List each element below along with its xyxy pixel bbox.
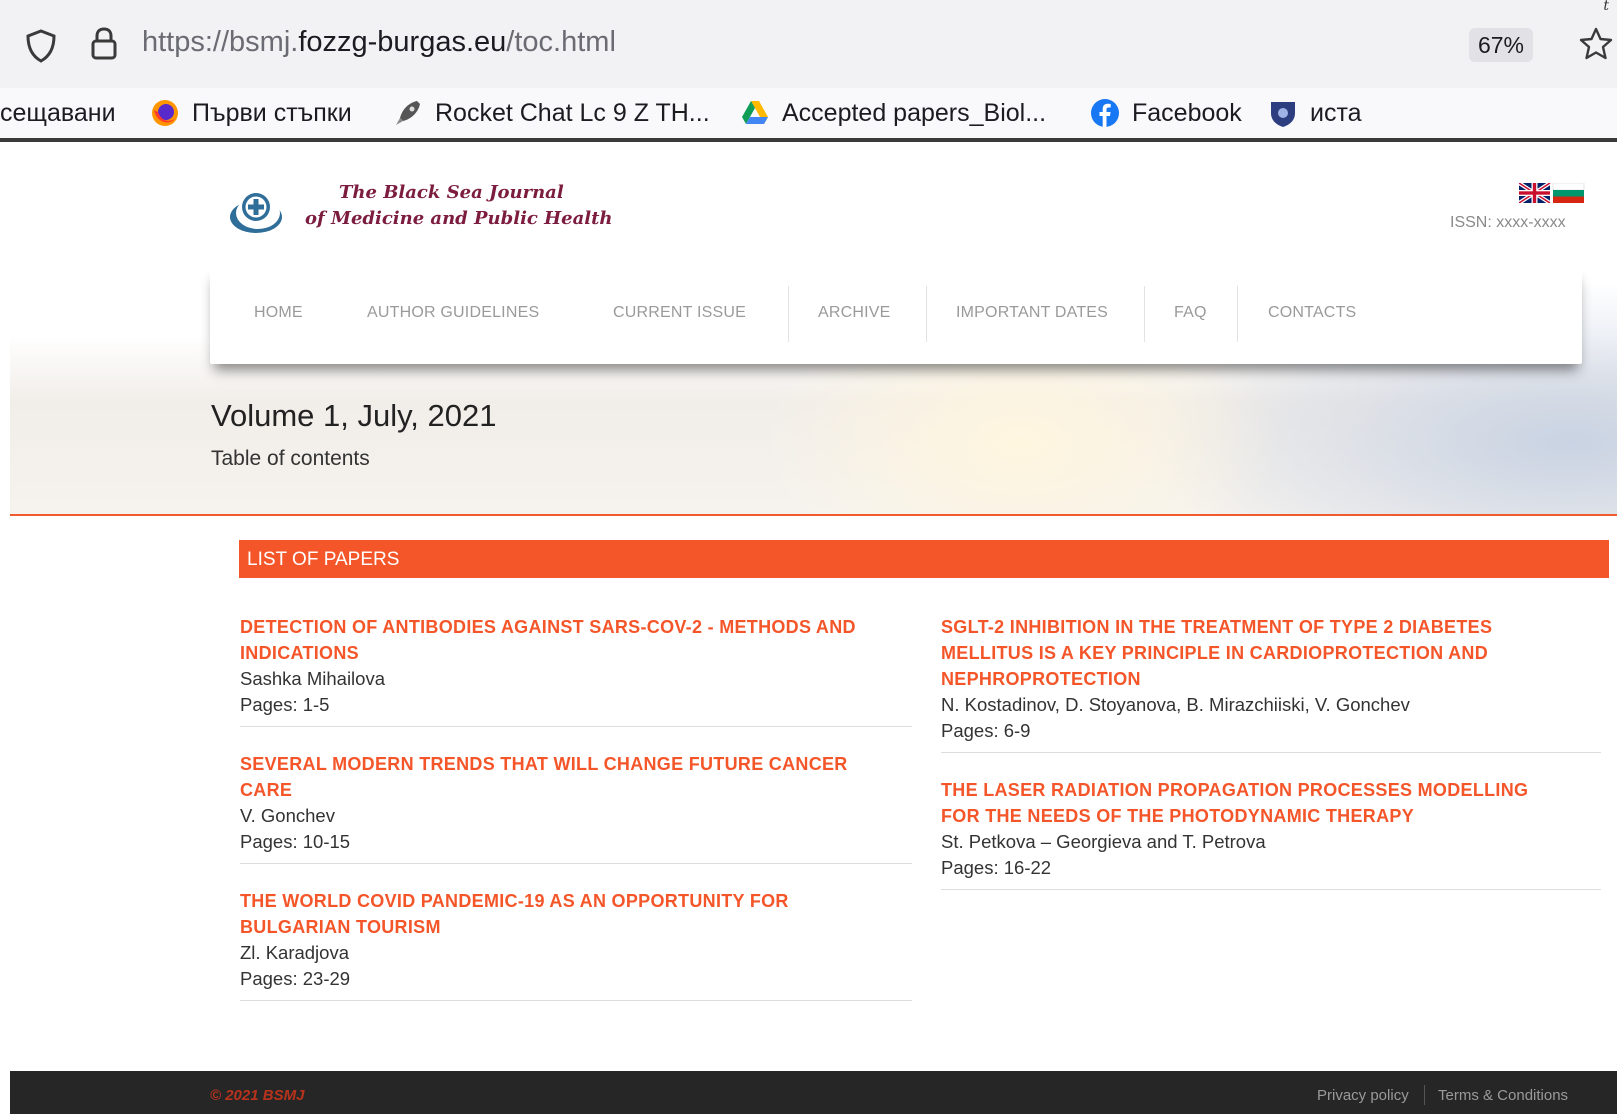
paper-title-line: NEPHROPROTECTION (941, 669, 1141, 689)
paper-pages: Pages: 10-15 (240, 831, 351, 852)
page-subtitle: Table of contents (211, 447, 370, 470)
google-drive-icon (742, 101, 768, 124)
zoom-level-button[interactable]: 67% (1469, 28, 1533, 62)
paper-title-line: THE LASER RADIATION PROPAGATION PROCESSE… (941, 780, 1529, 800)
paper-title-link[interactable]: SGLT-2 INHIBITION IN THE TREATMENT OF TY… (941, 614, 1601, 692)
paper-title-link[interactable]: DETECTION OF ANTIBODIES AGAINST SARS-COV… (240, 614, 912, 666)
paper-pages: Pages: 1-5 (240, 694, 330, 715)
page-title: Volume 1, July, 2021 (211, 398, 497, 433)
url-prefix: https://bsmj. (142, 26, 299, 58)
footer-copyright: © 2021 BSMJ (210, 1087, 305, 1104)
paper-title-link[interactable]: THE LASER RADIATION PROPAGATION PROCESSE… (941, 777, 1601, 829)
terms-conditions-link[interactable]: Terms & Conditions (1438, 1087, 1568, 1104)
logo-line-2: of Medicine and Public Health (305, 208, 613, 229)
facebook-icon (1091, 99, 1119, 127)
journal-logo-icon[interactable] (228, 183, 288, 235)
bookmark-label: Accepted papers_Biol... (782, 98, 1047, 127)
list-of-papers-header: LIST OF PAPERS (239, 540, 1609, 578)
bookmark-item[interactable]: иста (1268, 96, 1362, 130)
bookmark-label: иста (1310, 98, 1362, 127)
footer-divider (1424, 1085, 1425, 1105)
nav-divider (1144, 286, 1145, 342)
paper-divider (941, 889, 1601, 890)
bookmark-label: Първи стъпки (192, 98, 352, 127)
paper-pages: Pages: 23-29 (240, 968, 351, 989)
paper-authors: N. Kostadinov, D. Stoyanova, B. Mirazchi… (941, 694, 1410, 715)
url-host: fozzg-burgas.eu (298, 26, 507, 58)
paper-item: SEVERAL MODERN TRENDS THAT WILL CHANGE F… (240, 751, 912, 864)
bookmark-item[interactable]: Първи стъпки (150, 96, 352, 130)
paper-item: DETECTION OF ANTIBODIES AGAINST SARS-COV… (240, 614, 912, 727)
uk-flag-icon[interactable] (1519, 183, 1552, 203)
site-footer: © 2021 BSMJ Privacy policy Terms & Condi… (10, 1071, 1617, 1114)
bookmark-label: сещавани (0, 98, 116, 127)
list-header-label: LIST OF PAPERS (247, 549, 400, 570)
paper-authors: Zl. Karadjova (240, 942, 349, 963)
paper-title-link[interactable]: SEVERAL MODERN TRENDS THAT WILL CHANGE F… (240, 751, 912, 803)
paper-title-line: CARE (240, 780, 293, 800)
issn-label: ISSN: xxxx-xxxx (1450, 214, 1566, 231)
bookmark-item[interactable]: Accepted papers_Biol... (740, 96, 1046, 130)
nav-divider (926, 286, 927, 342)
privacy-policy-link[interactable]: Privacy policy (1317, 1087, 1409, 1104)
url-path: /toc.html (506, 26, 616, 58)
bookmark-label: Rocket Chat Lc 9 Z TH... (435, 98, 710, 127)
paper-title-link[interactable]: THE WORLD COVID PANDEMIC-19 AS AN OPPORT… (240, 888, 912, 940)
journal-logo-title[interactable]: The Black Sea Journal of Medicine and Pu… (305, 180, 613, 232)
bookmark-item[interactable]: Facebook (1090, 96, 1242, 130)
paper-title-line: INDICATIONS (240, 643, 359, 663)
nav-divider (788, 286, 789, 342)
nav-home[interactable]: HOME (254, 304, 303, 322)
paper-title-line: DETECTION OF ANTIBODIES AGAINST SARS-COV… (240, 617, 856, 637)
bookmark-item[interactable]: сещавани (0, 96, 116, 130)
paper-divider (240, 726, 912, 727)
paper-title-line: THE WORLD COVID PANDEMIC-19 AS AN OPPORT… (240, 891, 789, 911)
nav-faq[interactable]: FAQ (1174, 304, 1207, 322)
paper-authors: Sashka Mihailova (240, 668, 385, 689)
paper-divider (240, 863, 912, 864)
paper-title-line: FOR THE NEEDS OF THE PHOTODYNAMIC THERAP… (941, 806, 1414, 826)
lock-icon[interactable] (88, 26, 120, 62)
nav-contacts[interactable]: CONTACTS (1268, 304, 1356, 322)
logo-line-1: The Black Sea Journal (339, 182, 564, 203)
bookmark-item[interactable]: Rocket Chat Lc 9 Z TH... (393, 96, 710, 130)
browser-url-bar: https://bsmj.fozzg-burgas.eu/toc.html 67… (0, 0, 1617, 88)
paper-pages: Pages: 16-22 (941, 857, 1052, 878)
paper-title-line: BULGARIAN TOURISM (240, 917, 441, 937)
paper-title-line: SEVERAL MODERN TRENDS THAT WILL CHANGE F… (240, 754, 848, 774)
address-bar-url[interactable]: https://bsmj.fozzg-burgas.eu/toc.html (142, 26, 616, 59)
paper-pages: Pages: 6-9 (941, 720, 1031, 741)
bookmark-star-icon[interactable] (1578, 26, 1614, 62)
paper-title-line: MELLITUS IS A KEY PRINCIPLE IN CARDIOPRO… (941, 643, 1488, 663)
paper-item: THE WORLD COVID PANDEMIC-19 AS AN OPPORT… (240, 888, 912, 1001)
paper-authors: St. Petkova – Georgieva and T. Petrova (941, 831, 1266, 852)
paper-title-line: SGLT-2 INHIBITION IN THE TREATMENT OF TY… (941, 617, 1493, 637)
main-navigation: HOME AUTHOR GUIDELINES CURRENT ISSUE ARC… (210, 266, 1582, 364)
paper-divider (941, 752, 1601, 753)
bookmarks-toolbar: сещавани Първи стъпки Rocket Chat Lc 9 Z… (0, 88, 1617, 142)
bookmark-label: Facebook (1132, 98, 1242, 127)
tracking-protection-shield-icon[interactable] (24, 28, 58, 64)
paper-item: THE LASER RADIATION PROPAGATION PROCESSE… (941, 777, 1601, 890)
paper-authors: V. Gonchev (240, 805, 335, 826)
nav-archive[interactable]: ARCHIVE (818, 304, 891, 322)
rocket-icon (396, 101, 420, 125)
shield-crest-icon (1271, 102, 1295, 127)
bulgaria-flag-icon[interactable] (1552, 183, 1585, 203)
nav-divider (1237, 286, 1238, 342)
page-corner-mark: t (1603, 0, 1609, 14)
firefox-icon (152, 100, 178, 126)
nav-important-dates[interactable]: IMPORTANT DATES (956, 304, 1108, 322)
paper-divider (240, 1000, 912, 1001)
language-flags (1519, 183, 1585, 203)
paper-item: SGLT-2 INHIBITION IN THE TREATMENT OF TY… (941, 614, 1601, 753)
nav-author-guidelines[interactable]: AUTHOR GUIDELINES (367, 304, 539, 322)
nav-current-issue[interactable]: CURRENT ISSUE (613, 304, 746, 322)
